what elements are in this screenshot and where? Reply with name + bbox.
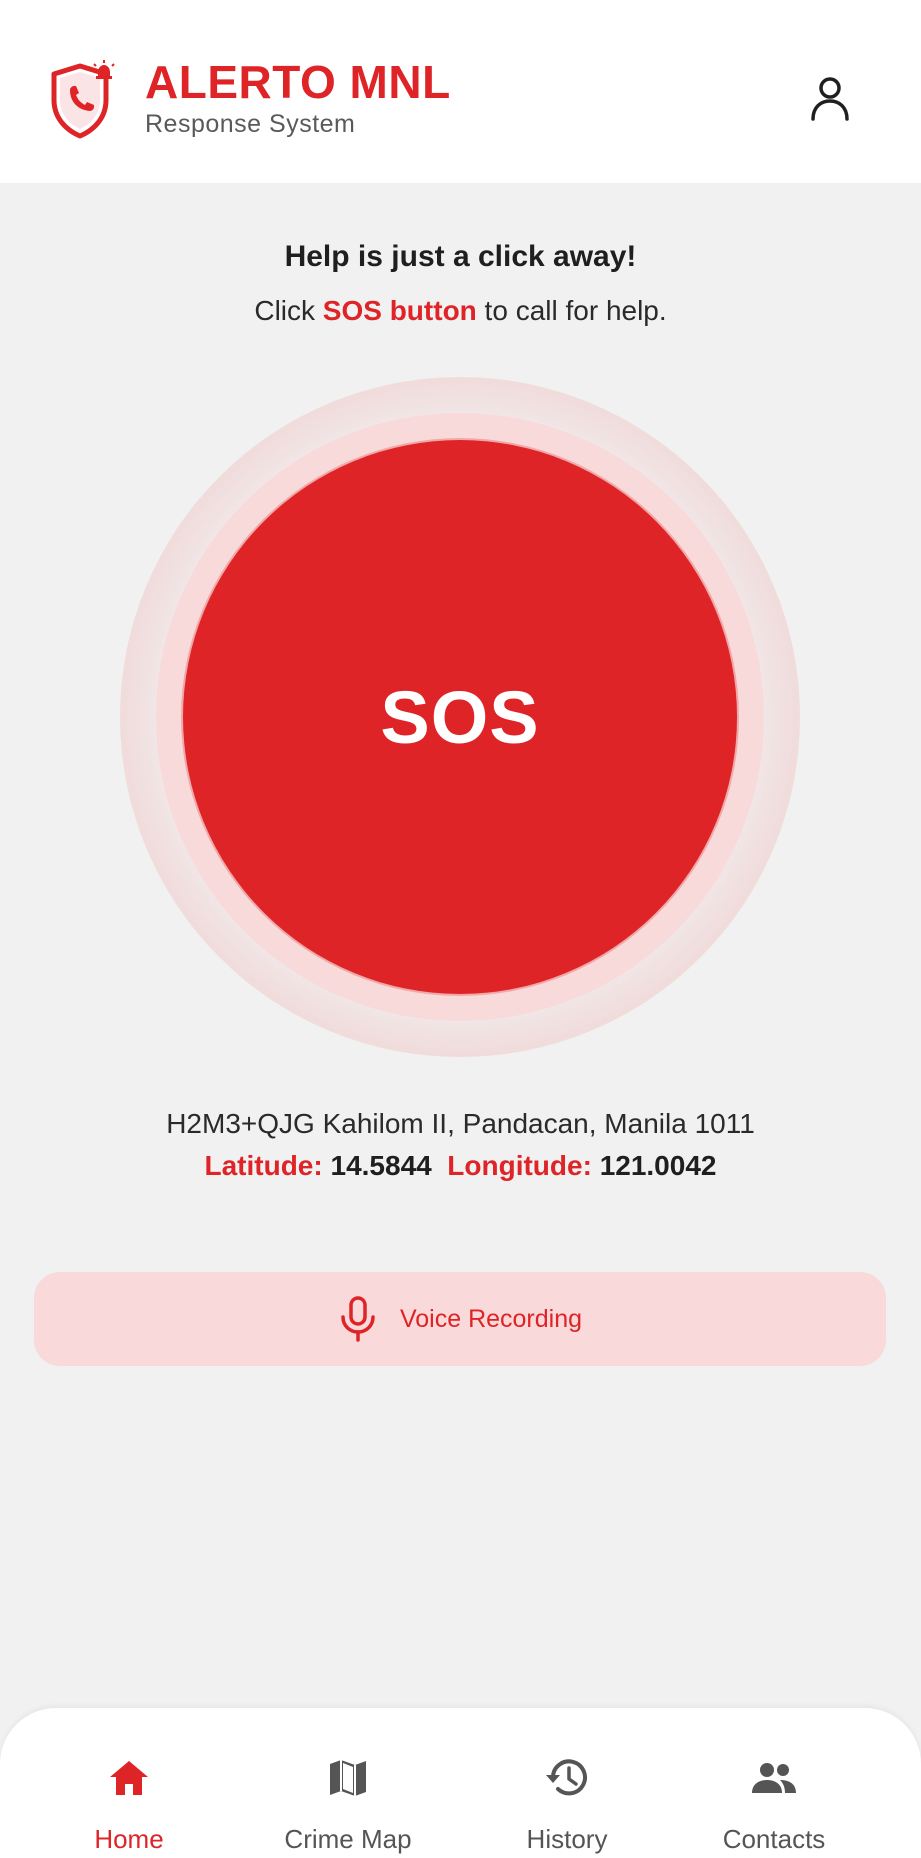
- intro-sub-suffix: to call for help.: [476, 295, 667, 326]
- bottom-nav: Home Crime Map History Contacts: [0, 1708, 921, 1858]
- profile-button[interactable]: [800, 70, 860, 130]
- longitude-value: 121.0042: [599, 1150, 717, 1181]
- sos-button[interactable]: SOS: [183, 440, 737, 994]
- nav-item-home[interactable]: Home: [29, 1708, 229, 1858]
- intro-subtitle: Click SOS button to call for help.: [0, 295, 921, 327]
- intro-sub-highlight: SOS button: [322, 295, 477, 326]
- app-subtitle: Response System: [145, 110, 356, 138]
- intro-sub-prefix: Click: [254, 295, 323, 326]
- location-coordinates: Latitude: 14.5844 Longitude: 121.0042: [0, 1150, 921, 1182]
- sos-label: SOS: [380, 675, 540, 759]
- nav-item-history[interactable]: History: [467, 1708, 667, 1858]
- history-icon: [467, 1756, 667, 1800]
- nav-label-crime-map: Crime Map: [284, 1824, 412, 1854]
- contacts-icon: [674, 1756, 874, 1800]
- app-header: ALERTO MNL Response System: [0, 0, 921, 183]
- home-icon: [29, 1756, 229, 1800]
- nav-item-contacts[interactable]: Contacts: [674, 1708, 874, 1858]
- latitude-value: 14.5844: [330, 1150, 432, 1181]
- nav-label-history: History: [526, 1824, 608, 1854]
- user-icon: [810, 75, 850, 126]
- intro-title: Help is just a click away!: [284, 240, 637, 273]
- app-screen: ALERTO MNL Response System Help is just …: [0, 0, 921, 1858]
- nav-label-contacts: Contacts: [722, 1824, 826, 1854]
- nav-label-home: Home: [94, 1824, 164, 1854]
- voice-recording-button[interactable]: Voice Recording: [34, 1272, 886, 1366]
- shield-phone-alarm-icon: [48, 60, 120, 140]
- latitude-label: Latitude:: [204, 1150, 323, 1181]
- longitude-label: Longitude:: [447, 1150, 592, 1181]
- microphone-icon: [338, 1296, 378, 1342]
- location-address: H2M3+QJG Kahilom II, Pandacan, Manila 10…: [166, 1108, 755, 1139]
- nav-item-crime-map[interactable]: Crime Map: [248, 1708, 448, 1858]
- voice-recording-label: Voice Recording: [399, 1304, 583, 1333]
- app-title: ALERTO MNL: [145, 56, 451, 108]
- map-icon: [248, 1756, 448, 1800]
